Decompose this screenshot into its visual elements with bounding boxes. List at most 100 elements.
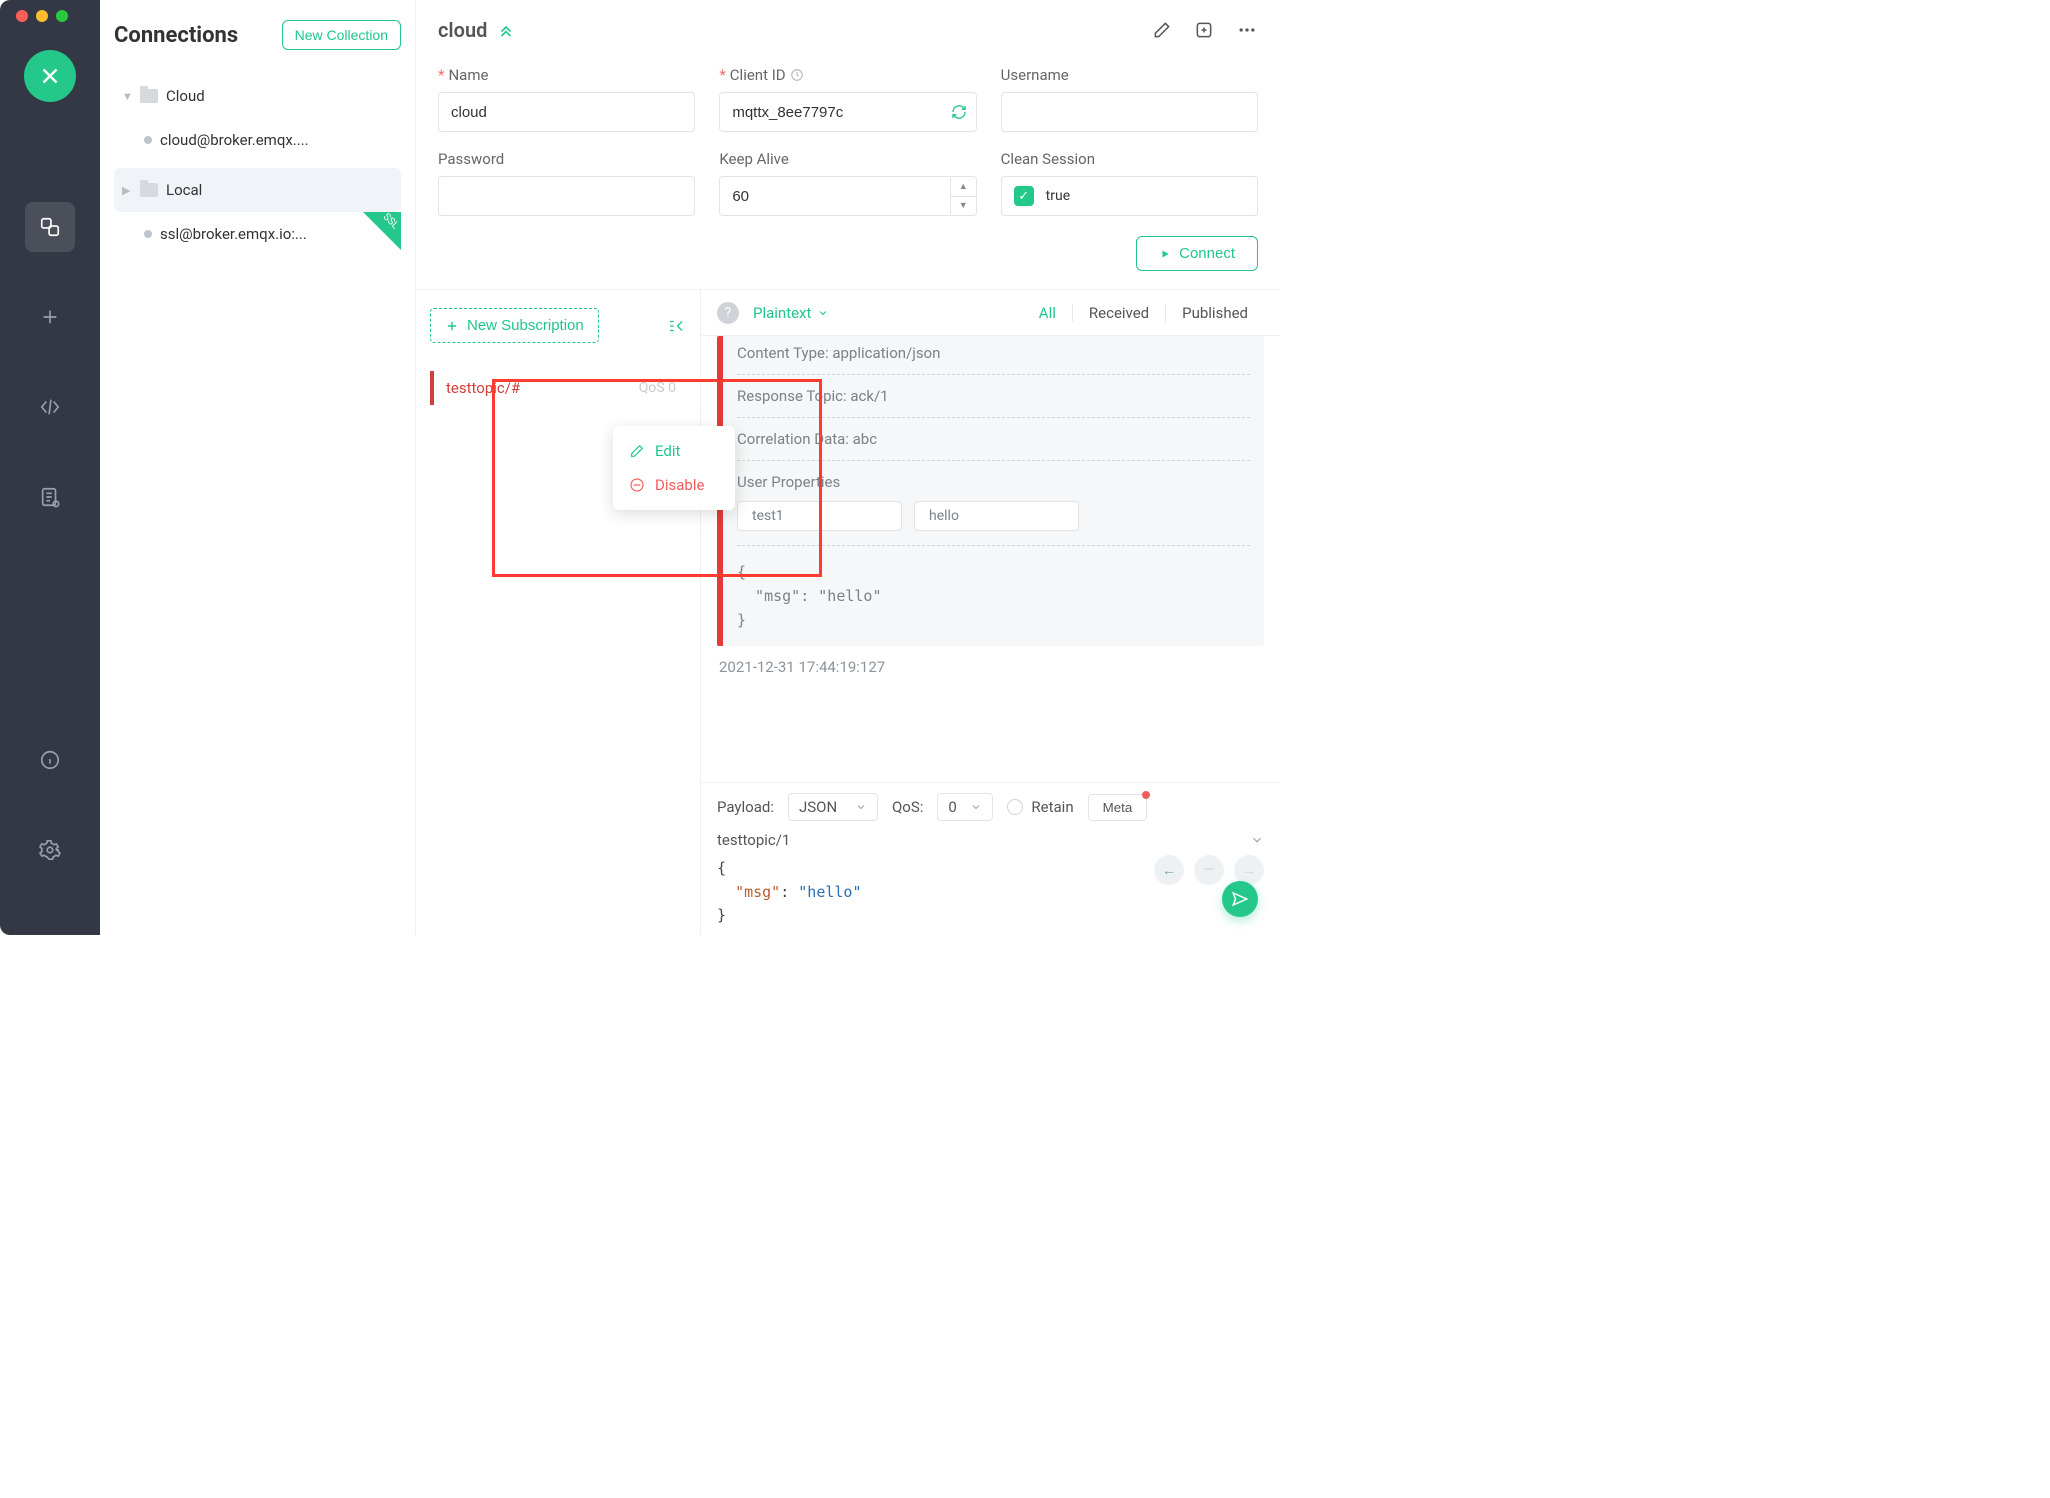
context-disable[interactable]: Disable [613, 468, 735, 502]
status-dot-icon [144, 136, 152, 144]
keepalive-input[interactable] [719, 176, 976, 216]
format-value: Plaintext [753, 304, 811, 322]
payload-format-value: JSON [799, 798, 837, 816]
subscription-item[interactable]: testtopic/# QoS 0 [430, 371, 686, 405]
retain-toggle[interactable]: Retain [1007, 798, 1073, 816]
new-window-icon[interactable] [1194, 20, 1214, 40]
format-select[interactable]: Plaintext [753, 304, 829, 322]
messages-panel: ? Plaintext All Received Published Conte… [701, 290, 1280, 935]
message-timestamp: 2021-12-31 17:44:19:127 [719, 658, 1262, 676]
publish-body[interactable]: { "msg": "hello" } [717, 857, 862, 927]
tab-received[interactable]: Received [1072, 304, 1165, 322]
name-input[interactable] [438, 92, 695, 132]
clock-icon [790, 68, 804, 82]
nav-script-icon[interactable] [25, 382, 75, 432]
nav-about-icon[interactable] [25, 735, 75, 785]
meta-button[interactable]: Meta [1088, 794, 1148, 821]
message-body: { "msg": "hello" } [737, 560, 1250, 632]
json-value: "hello" [798, 883, 861, 901]
conn-ssl-broker[interactable]: ssl@broker.emqx.io:... SSL [114, 212, 401, 256]
nav-rail [0, 0, 100, 935]
keepalive-label: Keep Alive [719, 150, 788, 168]
nav-log-icon[interactable] [25, 472, 75, 522]
tab-all[interactable]: All [1023, 304, 1072, 322]
clientid-input[interactable] [719, 92, 976, 132]
username-input[interactable] [1001, 92, 1258, 132]
subscriptions-panel: New Subscription testtopic/# QoS 0 [416, 290, 701, 935]
more-icon[interactable] [1236, 20, 1258, 40]
context-edit-label: Edit [655, 442, 680, 460]
publish-bar: Payload: JSON QoS: 0 Retain Meta [701, 782, 1280, 935]
subscription-qos: QoS 0 [639, 380, 676, 396]
connection-label: cloud@broker.emqx.... [160, 131, 309, 149]
subscription-topic: testtopic/# [446, 379, 520, 397]
connections-sidebar: Connections New Collection ▼ Cloud cloud… [100, 0, 416, 935]
msg-content-type: Content Type: application/json [737, 342, 1250, 375]
minimize-window[interactable] [36, 10, 48, 22]
connection-name: cloud [438, 18, 487, 42]
group-local[interactable]: ▶ Local [114, 168, 401, 212]
sidebar-title: Connections [114, 23, 238, 48]
status-dot-icon [144, 230, 152, 238]
close-window[interactable] [16, 10, 28, 22]
group-label: Cloud [166, 87, 205, 105]
user-prop-key: test1 [737, 501, 902, 531]
caret-right-icon: ▶ [122, 184, 132, 197]
app-logo [24, 50, 76, 102]
nav-new-icon[interactable] [25, 292, 75, 342]
clean-session-value: true [1046, 188, 1070, 204]
subscription-context-menu: Edit Disable [613, 426, 735, 510]
history-prev-icon[interactable]: ← [1154, 855, 1184, 885]
clientid-label: Client ID [730, 66, 786, 84]
name-label: Name [448, 66, 488, 84]
conn-cloud-broker[interactable]: cloud@broker.emqx.... [114, 118, 401, 162]
step-up-icon: ▲ [951, 177, 976, 197]
regenerate-icon[interactable] [951, 104, 967, 120]
message-tabs: All Received Published [1023, 304, 1264, 322]
tab-published[interactable]: Published [1165, 304, 1264, 322]
ssl-badge: SSL [363, 212, 401, 250]
user-prop-value: hello [914, 501, 1079, 531]
msg-response-topic: Response Topic: ack/1 [737, 375, 1250, 418]
message-card: Content Type: application/json Response … [717, 336, 1264, 646]
group-label: Local [166, 181, 202, 199]
collapse-panel-icon[interactable] [666, 317, 686, 335]
help-icon[interactable]: ? [717, 302, 739, 324]
connect-button[interactable]: Connect [1136, 236, 1258, 271]
connection-form: *Name *Client ID Username Password [416, 60, 1280, 290]
window-traffic-lights [16, 10, 68, 22]
chevron-down-icon[interactable] [1250, 833, 1264, 847]
password-label: Password [438, 150, 504, 168]
qos-select[interactable]: 0 [937, 793, 993, 821]
maximize-window[interactable] [56, 10, 68, 22]
edit-icon[interactable] [1152, 20, 1172, 40]
user-properties-label: User Properties [737, 473, 1250, 491]
new-subscription-label: New Subscription [467, 317, 584, 334]
send-button[interactable] [1222, 881, 1258, 917]
username-label: Username [1001, 66, 1069, 84]
history-mid-icon: — [1194, 855, 1224, 885]
context-disable-label: Disable [655, 476, 704, 494]
new-collection-button[interactable]: New Collection [282, 20, 401, 50]
connection-label: ssl@broker.emqx.io:... [160, 225, 307, 243]
new-subscription-button[interactable]: New Subscription [430, 308, 599, 343]
clean-session-toggle[interactable]: ✓ true [1001, 176, 1258, 216]
payload-format-select[interactable]: JSON [788, 793, 878, 821]
folder-icon [140, 89, 158, 103]
nav-connections-icon[interactable] [25, 202, 75, 252]
collapse-chevrons-icon[interactable] [497, 21, 515, 39]
detail-header: cloud [416, 0, 1280, 60]
qos-label: QoS: [892, 798, 923, 816]
check-icon: ✓ [1014, 186, 1034, 206]
main-pane: cloud *Name *Client ID [416, 0, 1280, 935]
retain-label: Retain [1031, 798, 1073, 816]
caret-down-icon: ▼ [122, 90, 132, 103]
radio-icon [1007, 799, 1023, 815]
nav-settings-icon[interactable] [25, 825, 75, 875]
context-edit[interactable]: Edit [613, 434, 735, 468]
keepalive-stepper[interactable]: ▲▼ [950, 177, 976, 215]
qos-value: 0 [948, 798, 956, 816]
password-input[interactable] [438, 176, 695, 216]
publish-topic[interactable]: testtopic/1 [717, 831, 790, 849]
group-cloud[interactable]: ▼ Cloud [114, 74, 401, 118]
